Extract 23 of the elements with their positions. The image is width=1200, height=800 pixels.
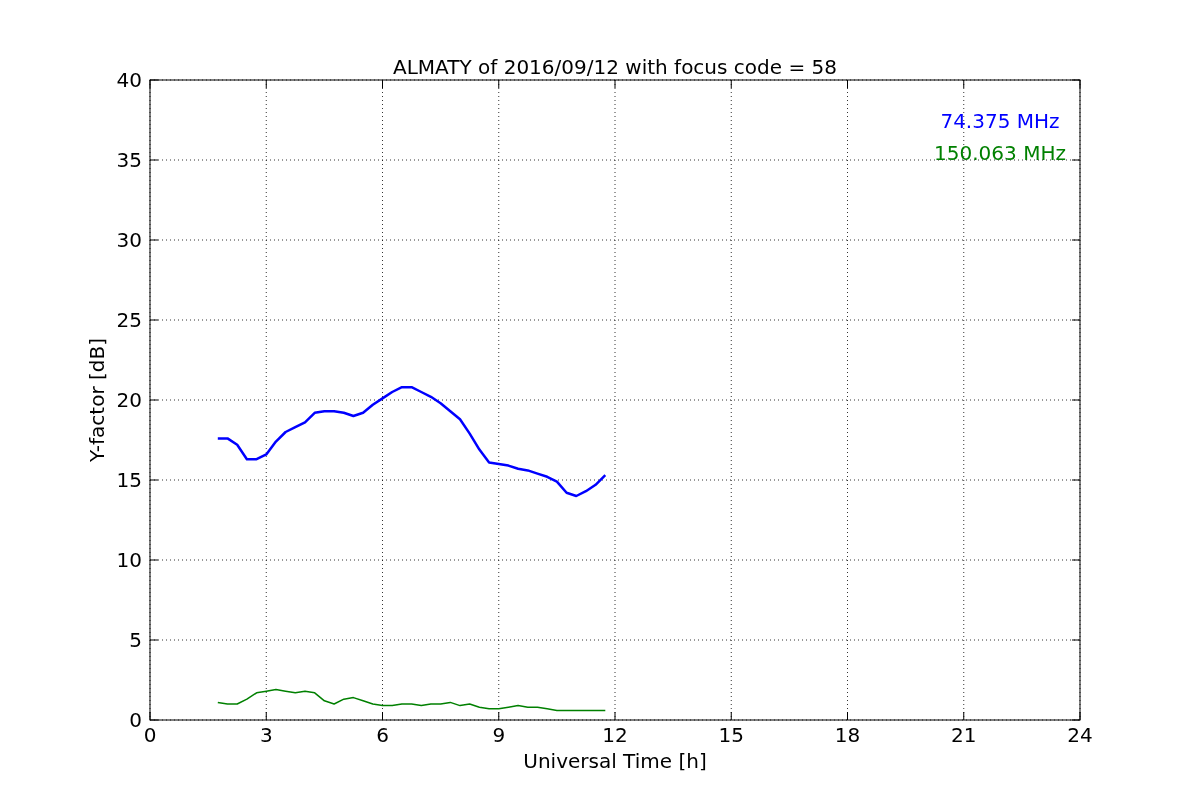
x-tick-label: 15	[718, 723, 744, 747]
x-tick-label: 3	[259, 723, 273, 747]
y-tick-label: 35	[116, 148, 142, 172]
x-tick-label: 9	[492, 723, 506, 747]
x-tick-label: 6	[376, 723, 389, 747]
chart-title: ALMATY of 2016/09/12 with focus code = 58	[393, 55, 837, 79]
y-tick-label: 10	[116, 548, 142, 572]
x-tick-label: 24	[1067, 723, 1093, 747]
x-tick-label: 12	[602, 723, 628, 747]
y-tick-label: 15	[116, 468, 142, 492]
y-tick-label: 5	[129, 628, 142, 652]
y-tick-label: 30	[116, 228, 142, 252]
legend-label: 150.063 MHz	[934, 141, 1066, 165]
x-tick-label: 0	[143, 723, 157, 747]
y-tick-label: 20	[116, 388, 142, 412]
x-axis-label: Universal Time [h]	[523, 749, 707, 773]
y-tick-label: 25	[116, 308, 142, 332]
legend-label: 74.375 MHz	[940, 109, 1060, 133]
x-tick-label: 18	[834, 723, 861, 747]
y-axis-label: Y-factor [dB]	[85, 338, 109, 462]
y-tick-label: 40	[116, 68, 142, 92]
y-tick-label: 0	[129, 708, 142, 732]
x-tick-label: 21	[951, 723, 977, 747]
